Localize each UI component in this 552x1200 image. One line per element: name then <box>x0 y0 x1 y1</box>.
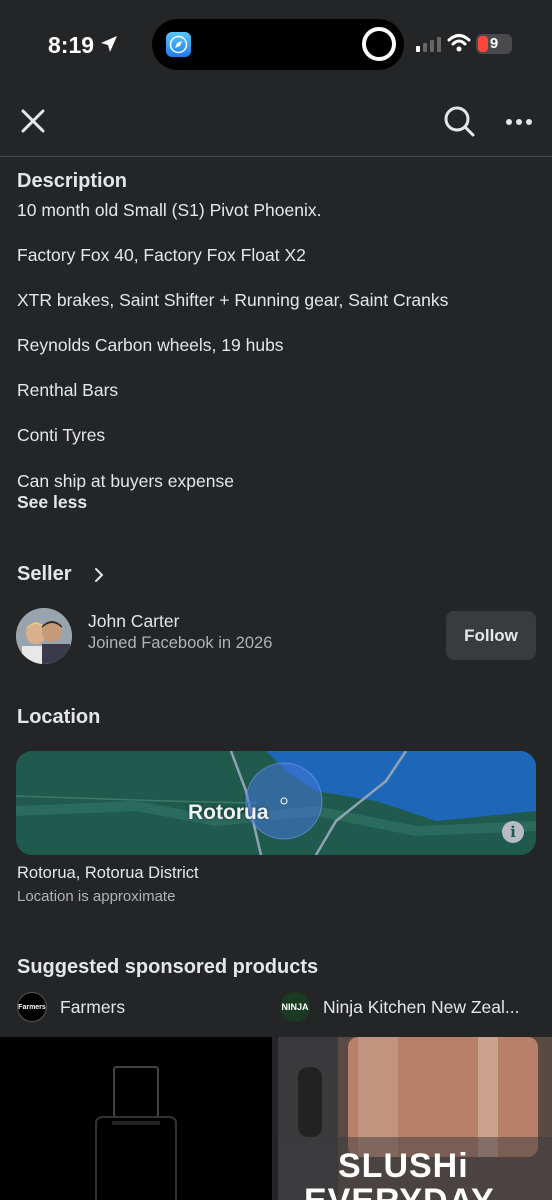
top-bar <box>0 90 552 157</box>
seller-name[interactable]: John Carter <box>88 611 179 632</box>
close-icon[interactable] <box>20 108 46 134</box>
brand-name: Ninja Kitchen New Zeal... <box>323 996 520 1017</box>
safari-icon <box>166 32 191 57</box>
sponsored-brand-ninja[interactable]: NINJA Ninja Kitchen New Zeal... <box>280 992 519 1022</box>
loading-spinner-icon <box>362 27 396 61</box>
location-note: Location is approximate <box>17 888 176 905</box>
description-line: 10 month old Small (S1) Pivot Phoenix. <box>17 200 322 220</box>
sponsored-brand-farmers[interactable]: Farmers Farmers <box>17 992 125 1022</box>
dynamic-island <box>152 19 404 70</box>
avatar[interactable] <box>16 608 72 664</box>
seller-joined-text: Joined Facebook in 2026 <box>88 634 273 652</box>
description-line: XTR brakes, Saint Shifter + Running gear… <box>17 290 449 310</box>
description-line: Can ship at buyers expense <box>17 471 234 491</box>
seller-title[interactable]: Seller <box>17 563 71 586</box>
location-title: Location <box>17 706 101 728</box>
product-image-slushi[interactable]: SLUSHi EVERYDAY <box>278 1037 552 1200</box>
sponsored-title: Suggested sponsored products <box>17 956 319 978</box>
farmers-logo: Farmers <box>17 992 47 1022</box>
product-image-perfume[interactable] <box>0 1037 272 1200</box>
ninja-logo: NINJA <box>280 992 310 1022</box>
product-caption-line-1: SLUSHi <box>338 1147 469 1185</box>
product-caption-line-2: EVERYDAY <box>304 1182 495 1200</box>
battery-icon: 9 <box>476 34 512 54</box>
description-title: Description <box>17 170 128 192</box>
more-options-icon[interactable] <box>504 112 534 132</box>
description-line: Factory Fox 40, Factory Fox Float X2 <box>17 245 306 265</box>
status-time: 8:19 <box>48 32 95 58</box>
search-icon[interactable] <box>442 104 476 138</box>
see-less-link[interactable]: See less <box>17 492 87 513</box>
location-map[interactable]: Rotorua i <box>16 751 536 855</box>
battery-level: 9 <box>489 35 499 52</box>
info-icon[interactable]: i <box>502 821 524 843</box>
cellular-signal-icon <box>416 37 441 52</box>
description-line: Conti Tyres <box>17 425 106 445</box>
follow-button[interactable]: Follow <box>446 611 536 660</box>
location-arrow-icon <box>101 36 117 52</box>
chevron-right-icon[interactable] <box>92 566 106 584</box>
map-city-label: Rotorua <box>188 801 269 824</box>
description-line: Reynolds Carbon wheels, 19 hubs <box>17 335 284 355</box>
location-name: Rotorua, Rotorua District <box>17 864 199 882</box>
description-line: Renthal Bars <box>17 380 119 400</box>
status-bar: 8:19 9 <box>0 0 552 90</box>
wifi-icon <box>447 34 471 52</box>
brand-name: Farmers <box>60 996 126 1017</box>
